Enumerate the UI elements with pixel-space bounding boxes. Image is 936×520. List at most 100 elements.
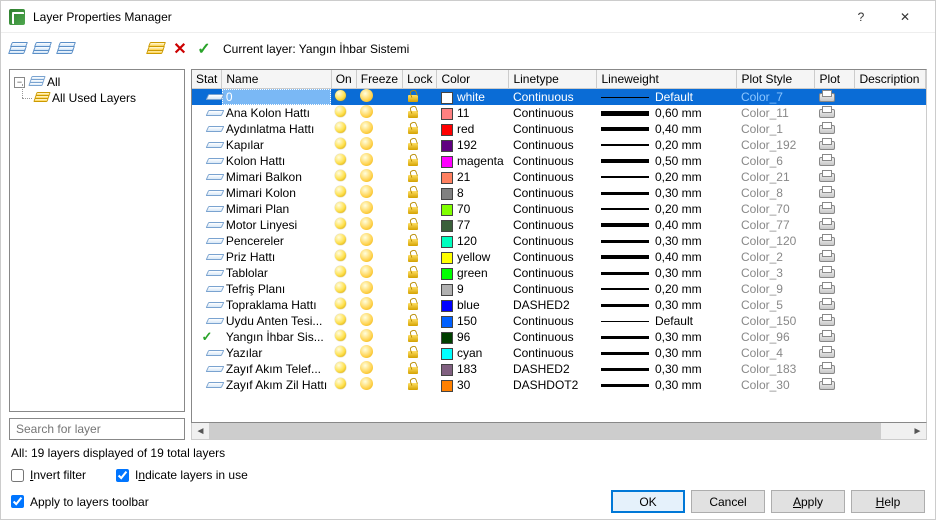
table-row[interactable]: YazılarcyanContinuous0,30 mmColor_4 [192, 345, 926, 361]
tree-root[interactable]: − All [12, 74, 182, 90]
lineweight-cell[interactable]: 0,60 mm [597, 105, 737, 121]
lock-toggle[interactable] [403, 201, 437, 217]
layer-name[interactable]: Uydu Anten Tesi... [222, 313, 331, 329]
linetype-cell[interactable]: Continuous [509, 281, 597, 297]
table-row[interactable]: Mimari Kolon8Continuous0,30 mmColor_8 [192, 185, 926, 201]
description-cell[interactable] [855, 281, 926, 297]
table-row[interactable]: Aydınlatma HattıredContinuous0,40 mmColo… [192, 121, 926, 137]
table-row[interactable]: Zayıf Akım Telef...183DASHED20,30 mmColo… [192, 361, 926, 377]
search-input[interactable] [10, 419, 184, 439]
color-cell[interactable]: 120 [437, 233, 509, 249]
help-button[interactable]: Help [851, 490, 925, 513]
layer-filter-icon[interactable] [57, 40, 75, 58]
lock-toggle[interactable] [403, 233, 437, 249]
layer-name[interactable]: Aydınlatma Hattı [222, 121, 331, 137]
table-row[interactable]: Topraklama HattıblueDASHED20,30 mmColor_… [192, 297, 926, 313]
indicate-layers-input[interactable] [116, 469, 129, 482]
lock-toggle[interactable] [403, 329, 437, 345]
plotstyle-cell[interactable]: Color_120 [737, 233, 815, 249]
col-plotstyle[interactable]: Plot Style [737, 70, 815, 89]
layer-name[interactable]: Ana Kolon Hattı [222, 105, 331, 121]
freeze-toggle[interactable] [356, 185, 402, 201]
col-name[interactable]: Name [222, 70, 331, 89]
color-cell[interactable]: 9 [437, 281, 509, 297]
layer-states-icon[interactable] [33, 40, 51, 58]
on-toggle[interactable] [331, 169, 356, 185]
on-toggle[interactable] [331, 153, 356, 169]
horizontal-scrollbar[interactable]: ◄ ► [191, 423, 927, 440]
table-row[interactable]: Priz HattıyellowContinuous0,40 mmColor_2 [192, 249, 926, 265]
lineweight-cell[interactable]: Default [597, 313, 737, 329]
freeze-toggle[interactable] [356, 217, 402, 233]
lineweight-cell[interactable]: 0,20 mm [597, 169, 737, 185]
col-lock[interactable]: Lock [403, 70, 437, 89]
on-toggle[interactable] [331, 329, 356, 345]
filter-tree[interactable]: − All All Used Layers [9, 69, 185, 412]
layer-name[interactable]: Topraklama Hattı [222, 297, 331, 313]
layer-name[interactable]: 0 [222, 89, 331, 106]
on-toggle[interactable] [331, 137, 356, 153]
color-cell[interactable]: white [437, 89, 509, 106]
plot-toggle[interactable] [815, 185, 855, 201]
plotstyle-cell[interactable]: Color_4 [737, 345, 815, 361]
freeze-toggle[interactable] [356, 121, 402, 137]
lineweight-cell[interactable]: 0,30 mm [597, 265, 737, 281]
lineweight-cell[interactable]: 0,30 mm [597, 185, 737, 201]
description-cell[interactable] [855, 265, 926, 281]
color-cell[interactable]: 21 [437, 169, 509, 185]
lineweight-cell[interactable]: 0,30 mm [597, 329, 737, 345]
on-toggle[interactable] [331, 89, 356, 106]
color-cell[interactable]: 11 [437, 105, 509, 121]
layer-name[interactable]: Mimari Balkon [222, 169, 331, 185]
close-button[interactable]: ✕ [883, 2, 927, 32]
color-cell[interactable]: blue [437, 297, 509, 313]
col-status[interactable]: Stat [192, 70, 222, 89]
description-cell[interactable] [855, 137, 926, 153]
linetype-cell[interactable]: Continuous [509, 345, 597, 361]
table-row[interactable]: TablolargreenContinuous0,30 mmColor_3 [192, 265, 926, 281]
table-row[interactable]: Ana Kolon Hattı11Continuous0,60 mmColor_… [192, 105, 926, 121]
color-cell[interactable]: 8 [437, 185, 509, 201]
freeze-toggle[interactable] [356, 313, 402, 329]
description-cell[interactable] [855, 201, 926, 217]
color-cell[interactable]: 70 [437, 201, 509, 217]
linetype-cell[interactable]: Continuous [509, 313, 597, 329]
linetype-cell[interactable]: Continuous [509, 169, 597, 185]
plot-toggle[interactable] [815, 105, 855, 121]
color-cell[interactable]: 150 [437, 313, 509, 329]
lock-toggle[interactable] [403, 121, 437, 137]
linetype-cell[interactable]: Continuous [509, 153, 597, 169]
color-cell[interactable]: 192 [437, 137, 509, 153]
layer-name[interactable]: Priz Hattı [222, 249, 331, 265]
lock-toggle[interactable] [403, 313, 437, 329]
linetype-cell[interactable]: Continuous [509, 265, 597, 281]
table-row[interactable]: Pencereler120Continuous0,30 mmColor_120 [192, 233, 926, 249]
description-cell[interactable] [855, 121, 926, 137]
color-cell[interactable]: cyan [437, 345, 509, 361]
plotstyle-cell[interactable]: Color_11 [737, 105, 815, 121]
linetype-cell[interactable]: Continuous [509, 249, 597, 265]
new-layer-sun-icon[interactable] [147, 40, 165, 58]
plotstyle-cell[interactable]: Color_2 [737, 249, 815, 265]
indicate-layers-checkbox[interactable]: Indicate layers in use [116, 468, 248, 482]
plot-toggle[interactable] [815, 281, 855, 297]
description-cell[interactable] [855, 313, 926, 329]
col-linetype[interactable]: Linetype [509, 70, 597, 89]
on-toggle[interactable] [331, 249, 356, 265]
lock-toggle[interactable] [403, 105, 437, 121]
lineweight-cell[interactable]: 0,30 mm [597, 377, 737, 393]
plot-toggle[interactable] [815, 233, 855, 249]
layer-name[interactable]: Mimari Plan [222, 201, 331, 217]
plotstyle-cell[interactable]: Color_7 [737, 89, 815, 106]
scroll-thumb[interactable] [209, 423, 881, 439]
lineweight-cell[interactable]: 0,20 mm [597, 281, 737, 297]
on-toggle[interactable] [331, 361, 356, 377]
apply-toolbar-checkbox[interactable]: Apply to layers toolbar [11, 495, 149, 509]
freeze-toggle[interactable] [356, 297, 402, 313]
on-toggle[interactable] [331, 281, 356, 297]
color-cell[interactable]: 77 [437, 217, 509, 233]
plot-toggle[interactable] [815, 153, 855, 169]
plot-toggle[interactable] [815, 329, 855, 345]
plotstyle-cell[interactable]: Color_183 [737, 361, 815, 377]
linetype-cell[interactable]: DASHED2 [509, 361, 597, 377]
